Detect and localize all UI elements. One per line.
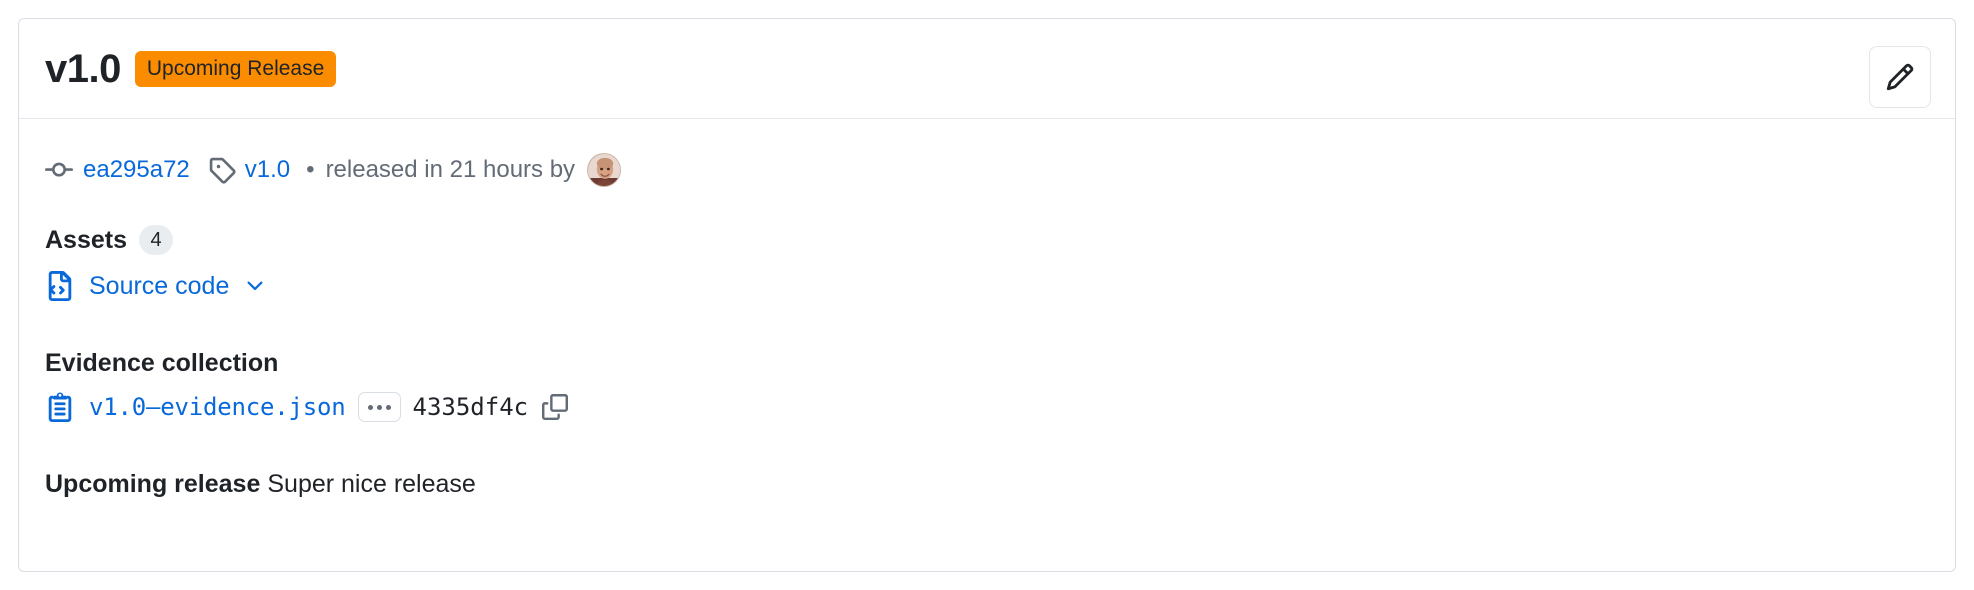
assets-heading-label: Assets: [45, 225, 127, 254]
evidence-overflow-button[interactable]: [357, 392, 401, 422]
clipboard-icon: [45, 392, 75, 422]
released-time-text: released in 21 hours by: [325, 156, 576, 183]
release-card-header: v1.0 Upcoming Release: [19, 19, 1955, 119]
file-code-icon: [45, 271, 75, 301]
ellipsis-dot: [376, 404, 382, 410]
release-description-label: Upcoming release: [45, 470, 261, 498]
asset-source-code-link[interactable]: Source code: [89, 272, 229, 301]
release-description: Upcoming release Super nice release: [45, 470, 1929, 499]
release-title: v1.0: [45, 46, 121, 91]
edit-release-button[interactable]: [1869, 46, 1931, 108]
avatar[interactable]: [587, 153, 622, 187]
release-card-body: ea295a72 v1.0 • released in 21 hours by: [19, 119, 1955, 499]
evidence-file-link[interactable]: v1.0–evidence.json: [89, 393, 346, 421]
pencil-icon: [1885, 62, 1915, 92]
release-card: v1.0 Upcoming Release ea295a72 v1.0 • re…: [18, 18, 1956, 572]
assets-heading: Assets 4: [45, 225, 1929, 255]
release-description-text: Super nice release: [267, 470, 476, 498]
status-badge: Upcoming Release: [134, 50, 337, 87]
meta-separator: •: [306, 156, 315, 183]
asset-item-source-code[interactable]: Source code: [45, 271, 1929, 301]
copy-icon[interactable]: [542, 394, 569, 420]
evidence-hash: 4335df4c: [412, 393, 529, 421]
evidence-heading-label: Evidence collection: [45, 349, 279, 377]
release-meta-row: ea295a72 v1.0 • released in 21 hours by: [45, 153, 1929, 187]
commit-hash-link[interactable]: ea295a72: [83, 156, 190, 184]
ellipsis-dot: [385, 404, 391, 410]
evidence-collection-heading: Evidence collection: [45, 349, 1929, 378]
tag-name-link[interactable]: v1.0: [245, 156, 290, 184]
evidence-collection-row: v1.0–evidence.json 4335df4c: [45, 392, 1929, 422]
commit-icon: [45, 156, 73, 184]
assets-count-badge: 4: [139, 225, 173, 255]
chevron-down-icon[interactable]: [243, 274, 267, 298]
tag-icon: [208, 156, 236, 184]
ellipsis-dot: [367, 404, 373, 410]
